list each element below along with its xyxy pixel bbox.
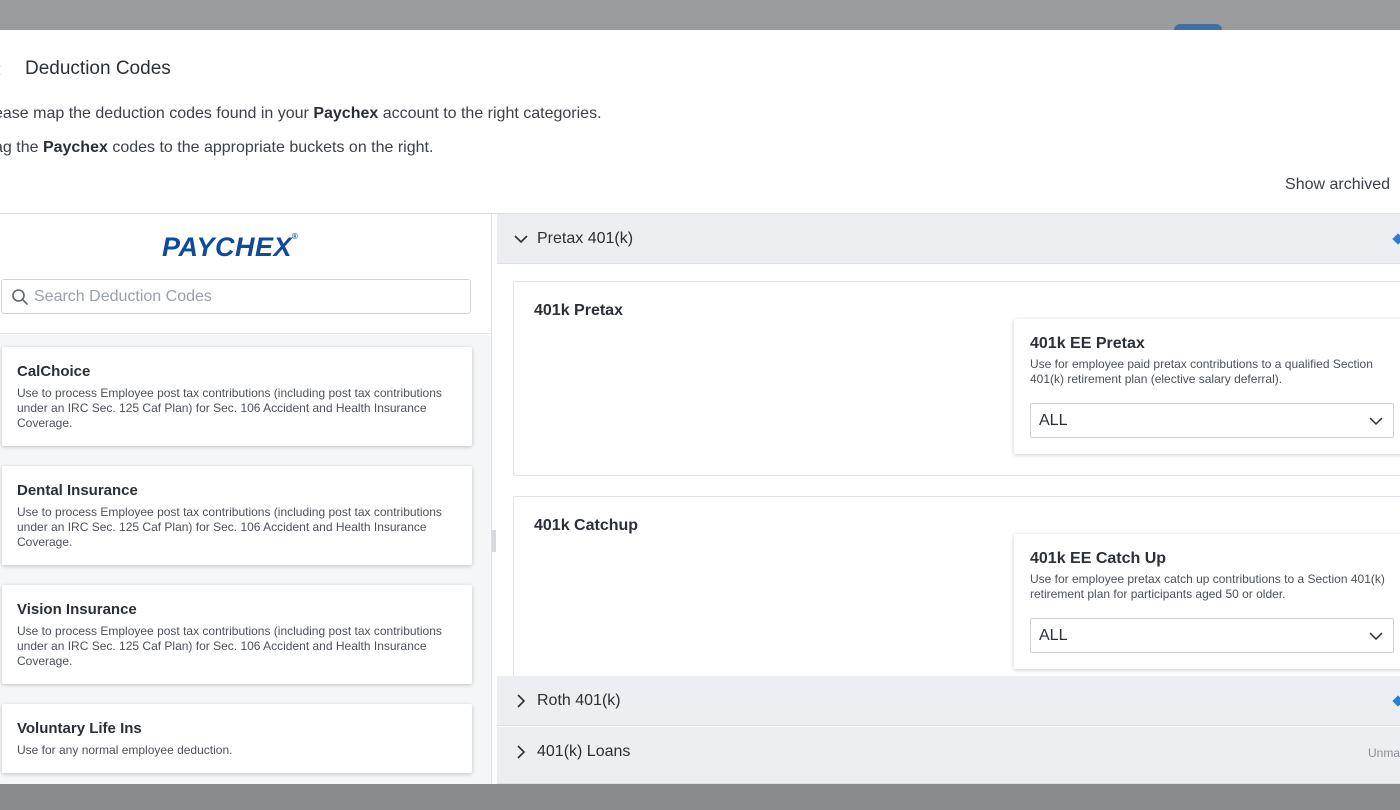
page-title: Deduction Codes [25,58,171,79]
category-card: 401k Catchup 401k EE Catch Up Use for em… [513,496,1400,686]
chevron-down-icon [514,235,528,244]
back-chevron-icon[interactable]: ‹ [0,58,1,80]
show-archived-link[interactable]: Show archived [1285,176,1390,194]
category-title: 401k Catchup [534,517,639,534]
deduction-codes-modal: ‹ Deduction Codes ease map the deduction… [0,30,1400,784]
code-name: CalChoice [17,363,91,380]
instruction-text-1: ease map the deduction codes found in yo… [0,105,602,122]
category-title: 401k Pretax [534,302,623,319]
deduction-code-card[interactable]: Vision Insurance Use to process Employee… [2,585,472,684]
instruction-text-2: ag the Paychex codes to the appropriate … [0,139,434,156]
code-description: Use to process Employee post tax contrib… [17,505,442,549]
section-pretax-401k[interactable]: Pretax 401(k) [497,214,1400,264]
panel-resize-handle[interactable] [492,530,496,552]
search-input[interactable] [34,280,464,313]
section-label: 401(k) Loans [537,743,631,760]
mapped-code-name: 401k EE Pretax [1030,335,1145,352]
deduction-code-card[interactable]: Dental Insurance Use to process Employee… [2,466,472,565]
category-card: 401k Pretax 401k EE Pretax Use for emplo… [513,281,1400,476]
mapped-code-name: 401k EE Catch Up [1030,550,1167,567]
select-value: ALL [1039,627,1068,644]
panel-header: PAYCHEX® [0,214,491,334]
mapped-code-card[interactable]: 401k EE Catch Up Use for employee pretax… [1014,534,1400,669]
mapped-code-description: Use for employee paid pretax contributio… [1030,357,1373,386]
mapped-code-description: Use for employee pretax catch up contrib… [1030,572,1385,601]
chevron-right-icon [517,694,526,708]
code-description: Use to process Employee post tax contrib… [17,386,442,430]
scope-select[interactable]: ALL [1030,618,1394,653]
deduction-code-card[interactable]: Voluntary Life Ins Use for any normal em… [2,704,472,773]
deduction-codes-list: CalChoice Use to process Employee post t… [0,335,491,784]
deduction-codes-panel: PAYCHEX® CalChoice Use to process Employ… [0,214,492,784]
search-icon [12,289,28,305]
code-name: Voluntary Life Ins [17,720,142,737]
mapped-indicator [1392,695,1400,707]
section-roth-401k[interactable]: Roth 401(k) [497,676,1400,726]
code-name: Dental Insurance [17,482,138,499]
code-description: Use to process Employee post tax contrib… [17,624,442,668]
chevron-down-icon [1369,417,1383,426]
provider-name: Paychex [42,139,108,156]
select-value: ALL [1039,412,1068,429]
code-name: Vision Insurance [17,601,137,618]
section-label: Roth 401(k) [537,692,621,709]
code-description: Use for any normal employee deduction. [17,743,233,757]
section-label: Pretax 401(k) [537,230,634,247]
paychex-logo: PAYCHEX® [162,232,299,262]
mapped-indicator [1392,233,1400,245]
search-box [1,279,471,314]
deduction-code-card[interactable]: CalChoice Use to process Employee post t… [2,347,472,446]
categories-panel: Pretax 401(k) 401k Pretax 401k EE Pretax… [497,214,1400,784]
backdrop-bottom [0,784,1400,810]
mapped-code-card[interactable]: 401k EE Pretax Use for employee paid pre… [1014,319,1400,454]
section-status: Unma [1367,746,1400,760]
provider-name: Paychex [313,105,379,122]
scope-select[interactable]: ALL [1030,403,1394,438]
chevron-down-icon [1369,632,1383,641]
chevron-right-icon [517,745,526,759]
section-401k-loans[interactable]: 401(k) Loans Unma [497,727,1400,784]
